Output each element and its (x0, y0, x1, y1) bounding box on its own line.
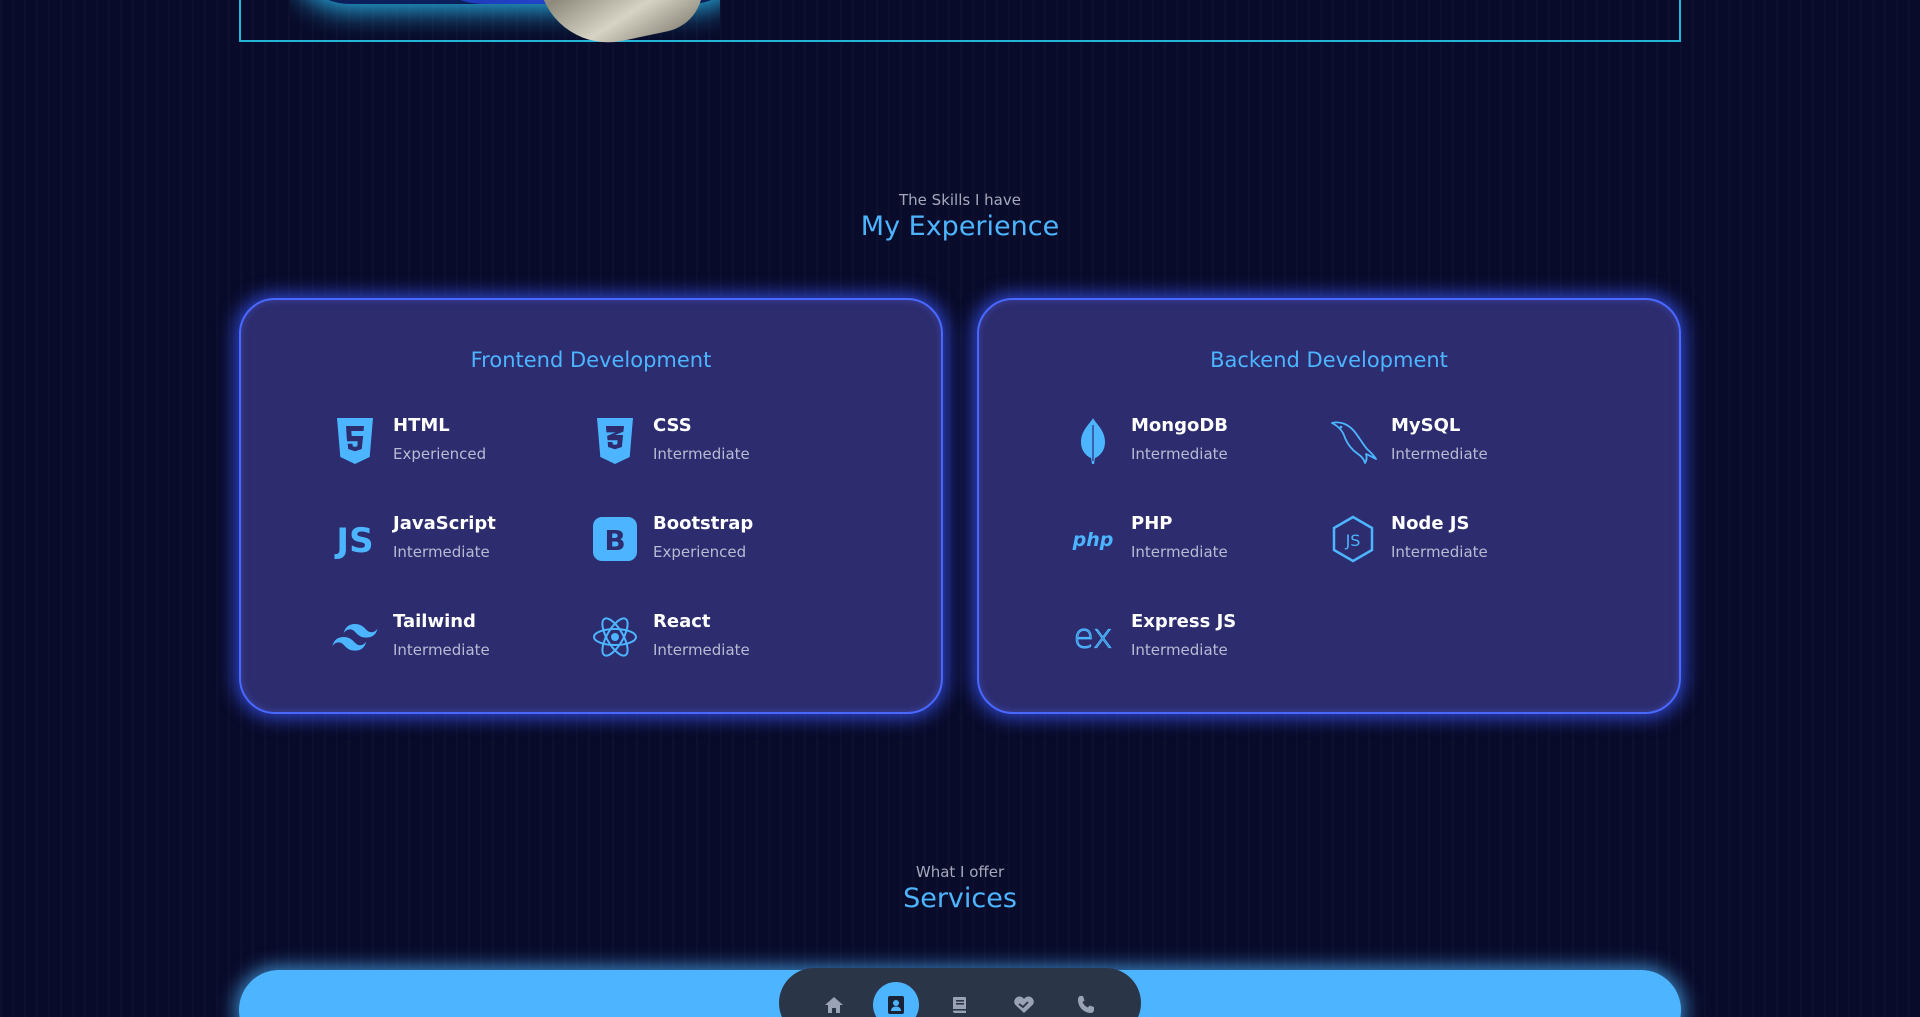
svg-text:JS: JS (1345, 531, 1361, 550)
express-icon: ex (1069, 613, 1117, 661)
css3-icon (591, 417, 639, 465)
php-icon: php (1069, 515, 1117, 563)
nav-home-button[interactable] (811, 982, 857, 1017)
book-icon (953, 997, 966, 1013)
skill-name: Express JS (1131, 611, 1237, 632)
skill-bootstrap: B Bootstrap Experienced (591, 513, 753, 563)
skill-name: CSS (653, 415, 692, 436)
skill-php: php PHP Intermediate (1069, 513, 1228, 563)
skill-tailwind: Tailwind Intermediate (331, 611, 490, 661)
skill-name: Tailwind (393, 611, 476, 632)
backend-card-title: Backend Development (1210, 348, 1448, 372)
experience-subtitle: The Skills I have (899, 191, 1021, 209)
bottom-nav (779, 968, 1141, 1017)
skill-mysql: MySQL Intermediate (1329, 415, 1488, 465)
mysql-icon (1329, 417, 1377, 465)
nav-contact-button[interactable] (1063, 982, 1109, 1017)
experience-title: My Experience (860, 211, 1060, 242)
home-icon (825, 997, 843, 1013)
skill-level: Intermediate (393, 641, 490, 659)
skill-html: HTML Experienced (331, 415, 486, 465)
skill-level: Experienced (653, 543, 747, 561)
skill-level: Intermediate (1131, 445, 1228, 463)
skill-name: JavaScript (393, 513, 496, 534)
skill-level: Intermediate (1391, 445, 1488, 463)
nav-services-button[interactable] (1001, 982, 1047, 1017)
handshake-icon (1014, 996, 1034, 1013)
phone-icon (1078, 996, 1094, 1013)
experience-header: The Skills I have My Experience (0, 191, 1920, 242)
user-icon (888, 996, 904, 1014)
svg-text:B: B (604, 524, 625, 557)
svg-text:php: php (1072, 529, 1114, 551)
skill-name: MongoDB (1131, 415, 1229, 436)
skill-name: Node JS (1391, 513, 1470, 534)
profile-photo-hand (529, 0, 711, 50)
skill-javascript: JS JavaScript Intermediate (331, 513, 496, 563)
skill-express: ex Express JS Intermediate (1069, 611, 1236, 661)
skill-level: Intermediate (653, 641, 750, 659)
skill-name: HTML (393, 415, 450, 436)
nav-about-button[interactable] (873, 982, 919, 1017)
html5-icon (331, 417, 379, 465)
bootstrap-icon: B (591, 515, 639, 563)
skill-level: Intermediate (1391, 543, 1488, 561)
skill-name: Bootstrap (653, 513, 754, 534)
frontend-card-title: Frontend Development (470, 348, 712, 372)
services-header: What I offer Services (0, 863, 1920, 914)
svg-text:ex: ex (1074, 618, 1113, 656)
skill-nodejs: JS Node JS Intermediate (1329, 513, 1488, 563)
backend-card: Backend Development MongoDB Intermediate… (977, 298, 1681, 714)
skill-name: MySQL (1391, 415, 1461, 436)
skill-level: Intermediate (1131, 543, 1228, 561)
frontend-card: Frontend Development HTML Experienced CS… (239, 298, 943, 714)
skill-mongodb: MongoDB Intermediate (1069, 415, 1228, 465)
svg-text:JS: JS (334, 521, 373, 559)
skill-level: Intermediate (1131, 641, 1228, 659)
tailwind-icon (331, 613, 379, 661)
skill-css: CSS Intermediate (591, 415, 750, 465)
react-icon (591, 613, 639, 661)
profile-photo (290, 0, 720, 50)
skill-name: React (653, 611, 711, 632)
services-subtitle: What I offer (915, 863, 1005, 881)
javascript-icon: JS (331, 515, 379, 563)
skill-react: React Intermediate (591, 611, 750, 661)
skill-level: Experienced (393, 445, 487, 463)
skill-level: Intermediate (393, 543, 490, 561)
mongodb-icon (1069, 417, 1117, 465)
skill-level: Intermediate (653, 445, 750, 463)
nav-experience-button[interactable] (937, 982, 983, 1017)
nodejs-icon: JS (1329, 515, 1377, 563)
services-title: Services (903, 883, 1017, 914)
skill-name: PHP (1131, 513, 1173, 534)
